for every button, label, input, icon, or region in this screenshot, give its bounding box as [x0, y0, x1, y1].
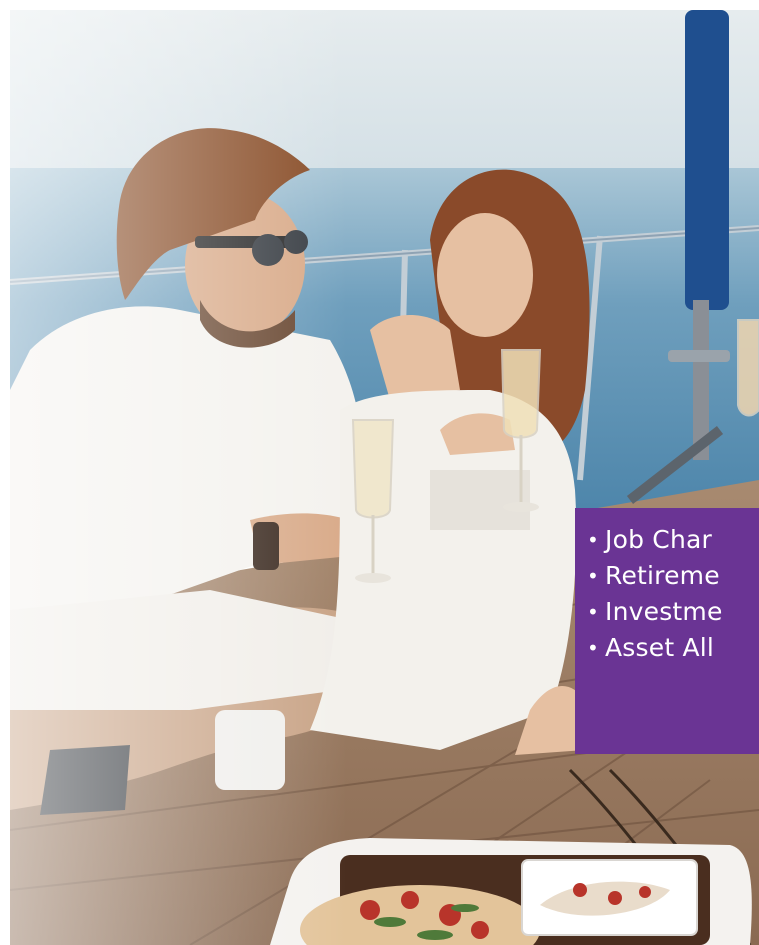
promo-panel: • Job Char • Retireme • Investme • Asset All: [575, 508, 759, 754]
promo-list: • Job Char • Retireme • Investme • Asset All: [575, 508, 759, 666]
list-item: • Asset All: [587, 633, 715, 662]
sailboat-photo: [10, 10, 759, 945]
list-item: • Retireme: [587, 561, 720, 590]
photo-frame: [10, 10, 759, 945]
list-item: • Investme: [587, 597, 723, 626]
list-item: • Job Char: [587, 525, 712, 554]
